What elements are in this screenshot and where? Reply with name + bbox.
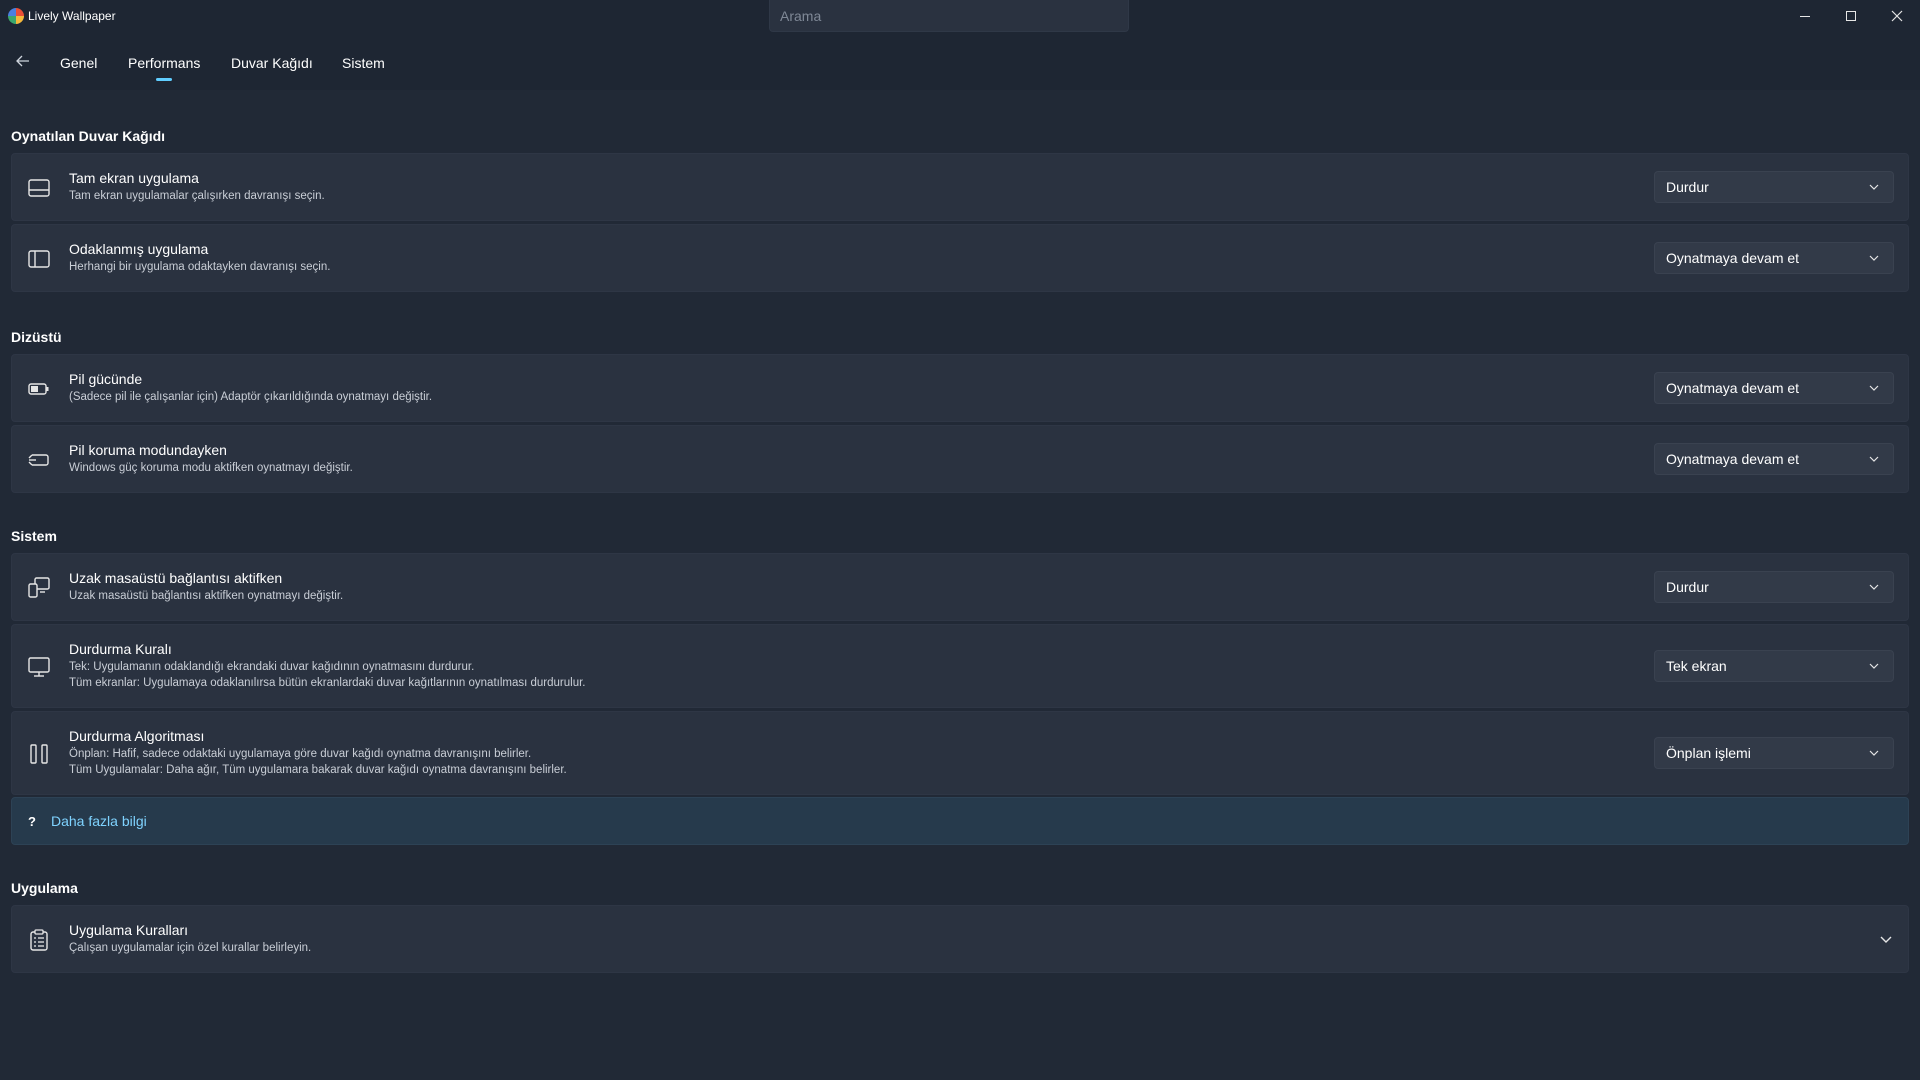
- chevron-down-icon: [1869, 750, 1879, 756]
- setting-title: Uzak masaüstü bağlantısı aktifken: [69, 570, 283, 586]
- title-bar: Lively Wallpaper: [0, 0, 1920, 32]
- info-bar-more-info: ? Daha fazla bilgi: [11, 797, 1909, 845]
- setting-title: Pil gücünde: [69, 371, 143, 387]
- setting-card-pause-rule: Durdurma Kuralı Tek: Uygulamanın odaklan…: [11, 624, 1909, 708]
- setting-card-remote-desktop: Uzak masaüstü bağlantısı aktifken Uzak m…: [11, 553, 1909, 621]
- fullscreen-behavior-dropdown[interactable]: Durdur: [1654, 171, 1894, 203]
- app-title: Lively Wallpaper: [28, 9, 116, 23]
- setting-title: Pil koruma modundayken: [69, 442, 227, 458]
- question-icon: ?: [28, 814, 36, 829]
- more-info-link[interactable]: Daha fazla bilgi: [51, 813, 147, 829]
- setting-description: Tam ekran uygulamalar çalışırken davranı…: [69, 190, 325, 202]
- close-button[interactable]: [1874, 0, 1920, 32]
- battery-behavior-dropdown[interactable]: Oynatmaya devam et: [1654, 372, 1894, 404]
- maximize-button[interactable]: [1828, 0, 1874, 32]
- monitor-icon: [28, 656, 50, 678]
- setting-description: Çalışan uygulamalar için özel kurallar b…: [69, 942, 312, 954]
- setting-description: Herhangi bir uygulama odaktayken davranı…: [69, 261, 331, 273]
- pause-algorithm-dropdown[interactable]: Önplan işlemi: [1654, 737, 1894, 769]
- chevron-down-icon: [1869, 663, 1879, 669]
- app-logo-icon: [8, 8, 24, 24]
- dropdown-value: Oynatmaya devam et: [1666, 380, 1800, 396]
- chevron-down-icon: [1869, 385, 1879, 391]
- setting-card-focused: Odaklanmış uygulama Herhangi bir uygulam…: [11, 224, 1909, 292]
- focused-window-icon: [28, 248, 50, 270]
- focused-behavior-dropdown[interactable]: Oynatmaya devam et: [1654, 242, 1894, 274]
- minimize-icon: [1800, 15, 1810, 17]
- dropdown-value: Oynatmaya devam et: [1666, 451, 1800, 467]
- section-title-app: Uygulama: [11, 880, 78, 896]
- battery-saver-icon: [28, 449, 50, 471]
- minimize-button[interactable]: [1782, 0, 1828, 32]
- setting-description: Önplan: Hafif, sadece odaktaki uygulamay…: [69, 748, 532, 760]
- setting-title: Durdurma Kuralı: [69, 641, 172, 657]
- dropdown-value: Tek ekran: [1666, 658, 1727, 674]
- tab-sistem[interactable]: Sistem: [342, 55, 385, 71]
- battery-saver-behavior-dropdown[interactable]: Oynatmaya devam et: [1654, 443, 1894, 475]
- tab-duvar-kagidi[interactable]: Duvar Kağıdı: [231, 55, 313, 71]
- setting-title: Uygulama Kuralları: [69, 922, 189, 938]
- settings-content: Oynatılan Duvar Kağıdı Tam ekran uygulam…: [0, 90, 1920, 1080]
- setting-description: Uzak masaüstü bağlantısı aktifken oynatm…: [69, 590, 344, 602]
- setting-description: (Sadece pil ile çalışanlar için) Adaptör…: [69, 391, 433, 403]
- back-button[interactable]: [12, 50, 34, 72]
- setting-description: Windows güç koruma modu aktifken oynatma…: [69, 462, 353, 474]
- section-title-playing: Oynatılan Duvar Kağıdı: [11, 128, 166, 144]
- section-title-laptop: Dizüstü: [11, 329, 62, 345]
- tab-performans[interactable]: Performans: [128, 55, 200, 71]
- setting-card-battery: Pil gücünde (Sadece pil ile çalışanlar i…: [11, 354, 1909, 422]
- battery-icon: [28, 378, 50, 400]
- clipboard-list-icon: [28, 929, 50, 951]
- dropdown-value: Durdur: [1666, 579, 1709, 595]
- setting-title: Tam ekran uygulama: [69, 170, 199, 186]
- setting-description: Tüm Uygulamalar: Daha ağır, Tüm uygulama…: [69, 764, 567, 776]
- setting-title: Odaklanmış uygulama: [69, 241, 209, 257]
- setting-card-fullscreen: Tam ekran uygulama Tam ekran uygulamalar…: [11, 153, 1909, 221]
- tab-selected-indicator: [156, 78, 172, 81]
- maximize-icon: [1846, 11, 1856, 21]
- setting-card-battery-saver: Pil koruma modundayken Windows güç korum…: [11, 425, 1909, 493]
- fullscreen-app-icon: [28, 177, 50, 199]
- remote-desktop-icon: [28, 577, 50, 599]
- arrow-left-icon: [16, 55, 29, 67]
- chevron-down-icon[interactable]: [1878, 931, 1894, 947]
- chevron-down-icon: [1869, 456, 1879, 462]
- chevron-down-icon: [1869, 584, 1879, 590]
- dropdown-value: Durdur: [1666, 179, 1709, 195]
- tab-genel[interactable]: Genel: [60, 55, 97, 71]
- pause-icon: [28, 743, 50, 765]
- setting-title: Durdurma Algoritması: [69, 728, 205, 744]
- chevron-down-icon: [1869, 255, 1879, 261]
- setting-description: Tek: Uygulamanın odaklandığı ekrandaki d…: [69, 661, 475, 673]
- close-icon: [1891, 10, 1903, 22]
- search-input[interactable]: [769, 0, 1129, 32]
- setting-card-pause-algorithm: Durdurma Algoritması Önplan: Hafif, sade…: [11, 711, 1909, 795]
- chevron-down-icon: [1869, 184, 1879, 190]
- app-rules-expander[interactable]: Uygulama Kuralları Çalışan uygulamalar i…: [11, 905, 1909, 973]
- remote-desktop-behavior-dropdown[interactable]: Durdur: [1654, 571, 1894, 603]
- setting-description: Tüm ekranlar: Uygulamaya odaklanılırsa b…: [69, 677, 586, 689]
- nav-bar: Genel Performans Duvar Kağıdı Sistem: [0, 32, 1920, 90]
- section-title-system: Sistem: [11, 528, 57, 544]
- dropdown-value: Önplan işlemi: [1666, 745, 1751, 761]
- dropdown-value: Oynatmaya devam et: [1666, 250, 1800, 266]
- pause-rule-dropdown[interactable]: Tek ekran: [1654, 650, 1894, 682]
